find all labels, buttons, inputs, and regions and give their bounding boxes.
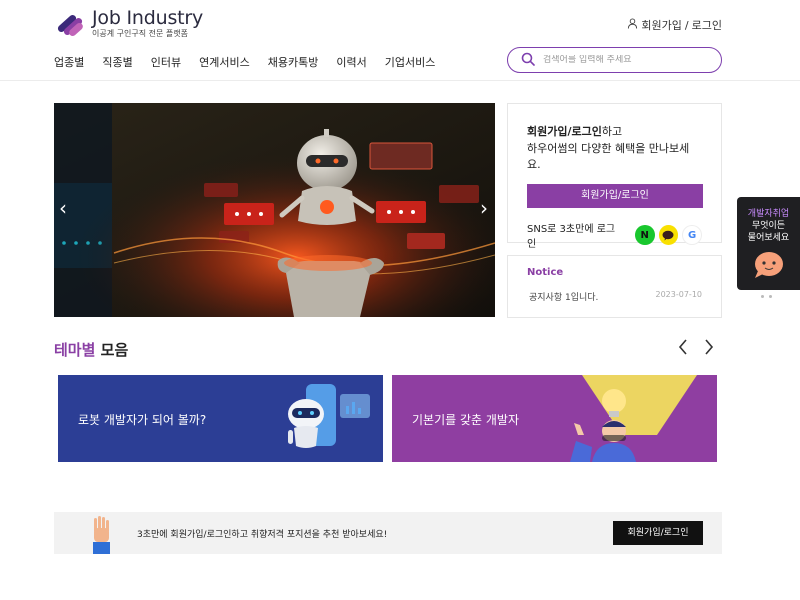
notice-item-text: 공지사항 1입니다. [529, 293, 599, 303]
notice-item[interactable]: 공지사항 1입니다. 2023-07-10 [527, 290, 702, 303]
side-widget-line1: 개발자취업 [747, 209, 790, 219]
promo-signup-button[interactable]: 회원가입/로그인 [613, 521, 703, 545]
logo-title: Job Industry [92, 7, 204, 29]
side-widget-pagination [761, 295, 772, 298]
login-message-line1: 회원가입/로그인하고 [527, 124, 702, 140]
side-widget-line2: 무엇이든 [751, 221, 786, 231]
nav-item-resume[interactable]: 이력서 [336, 54, 366, 70]
sns-login-row: SNS로 3초만에 로그인 N G [527, 220, 702, 250]
theme-card-label: 기본기를 갖춘 개발자 [412, 413, 519, 427]
logo-subtitle: 이공계 구인구직 전문 플랫폼 [92, 29, 188, 38]
theme-title-accent: 테마별 [54, 341, 96, 359]
nav-item-industry[interactable]: 업종별 [54, 54, 84, 70]
promo-text: 3초만에 회원가입/로그인하고 취향저격 포지션을 추천 받아보세요! [137, 530, 388, 540]
theme-section-title: 테마별 모음 [54, 339, 128, 360]
sns-login-label: SNS로 3초만에 로그인 [527, 224, 616, 250]
hero-banner[interactable]: ‹ › [54, 103, 495, 317]
robot-phone-illustration-icon [288, 384, 370, 448]
search-input[interactable] [543, 55, 703, 65]
search-bar [507, 47, 722, 73]
notice-item-date: 2023-07-10 [655, 290, 703, 299]
banner-robot-image [54, 103, 495, 317]
side-widget-dot[interactable] [761, 295, 764, 298]
notice-box: Notice 공지사항 1입니다. 2023-07-10 [507, 255, 722, 318]
side-widget-line3: 물어보세요 [747, 233, 790, 243]
theme-next-arrow[interactable] [703, 338, 715, 361]
signup-link[interactable]: 회원가입 [641, 17, 681, 33]
header-auth-links: 회원가입 / 로그인 [627, 17, 722, 33]
auth-separator: / [684, 18, 689, 32]
nav-item-job[interactable]: 직종별 [102, 54, 132, 70]
nav-item-business[interactable]: 기업서비스 [385, 54, 436, 70]
login-message-bold: 회원가입/로그인 [527, 125, 602, 138]
theme-card-robot-developer[interactable]: 로봇 개발자가 되어 볼까? [58, 375, 383, 462]
login-link[interactable]: 로그인 [692, 17, 722, 33]
naver-login-icon[interactable]: N [634, 225, 655, 245]
nav-item-linked-services[interactable]: 연계서비스 [199, 54, 250, 70]
google-login-icon[interactable]: G [682, 225, 702, 245]
login-box: 회원가입/로그인하고 하우어썸의 다양한 혜택을 만나보세요. 회원가입/로그인… [507, 103, 722, 250]
signup-promo-strip: 3초만에 회원가입/로그인하고 취향저격 포지션을 추천 받아보세요! 회원가입… [54, 512, 722, 554]
theme-prev-arrow[interactable] [677, 338, 689, 361]
login-message-line2: 하우어썸의 다양한 혜택을 만나보세요. [527, 142, 690, 171]
nav-item-interview[interactable]: 인터뷰 [151, 54, 181, 70]
dev-qna-side-widget[interactable]: 개발자취업 무엇이든 물어보세요 [737, 197, 800, 290]
login-signup-button[interactable]: 회원가입/로그인 [527, 184, 703, 208]
logo-mark-icon [54, 9, 88, 39]
kakao-login-icon[interactable] [658, 225, 679, 245]
raised-hand-icon [92, 516, 110, 558]
chat-bubble-character-icon [737, 249, 800, 283]
site-logo[interactable]: Job Industry 이공계 구인구직 전문 플랫폼 [54, 8, 203, 39]
nav-item-kakao-chat[interactable]: 채용카톡방 [268, 54, 319, 70]
theme-card-label: 로봇 개발자가 되어 볼까? [78, 413, 207, 427]
user-icon [627, 18, 638, 32]
header-divider [0, 80, 800, 81]
main-nav: 업종별 직종별 인터뷰 연계서비스 채용카톡방 이력서 기업서비스 [54, 54, 453, 70]
lightbulb-person-illustration-icon [570, 375, 697, 462]
search-icon[interactable] [521, 51, 535, 70]
theme-card-fundamentals-developer[interactable]: 기본기를 갖춘 개발자 [392, 375, 717, 462]
login-message-suffix: 하고 [601, 125, 623, 138]
side-widget-dot[interactable] [769, 295, 772, 298]
banner-prev-arrow[interactable]: ‹ [59, 198, 67, 218]
notice-title: Notice [527, 267, 564, 278]
theme-title-rest: 모음 [100, 341, 129, 359]
banner-next-arrow[interactable]: › [480, 198, 488, 218]
